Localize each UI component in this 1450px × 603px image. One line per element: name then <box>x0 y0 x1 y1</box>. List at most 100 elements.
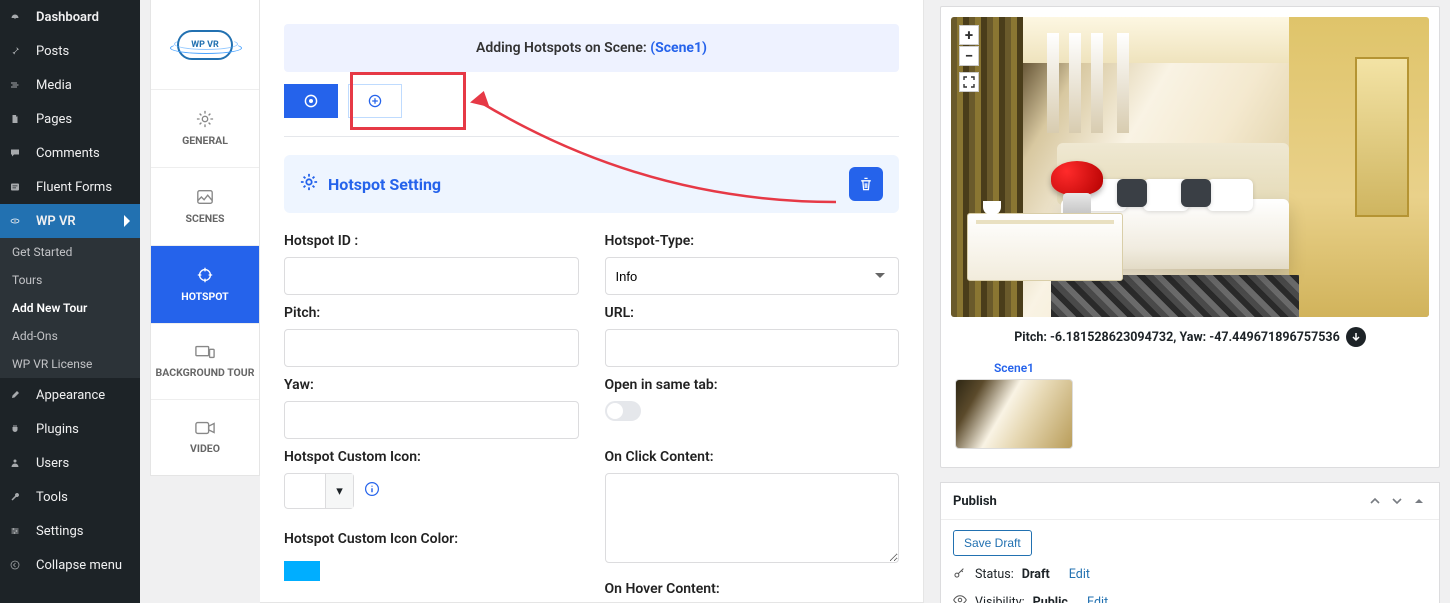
gear-icon <box>196 110 214 128</box>
menu-pages[interactable]: Pages <box>0 102 140 136</box>
pitch-input[interactable] <box>284 329 579 367</box>
apply-coords-button[interactable] <box>1346 327 1366 347</box>
tab-label: VIDEO <box>190 442 220 455</box>
trash-icon <box>858 176 874 192</box>
menu-label: Settings <box>36 524 83 539</box>
tab-label: GENERAL <box>182 134 228 147</box>
hotspot-form: Hotspot ID : Hotspot-Type:Info Pitch: UR… <box>284 233 899 603</box>
url-input[interactable] <box>605 329 900 367</box>
banner-text: Adding Hotspots on Scene: <box>476 40 650 56</box>
zoom-out-button[interactable]: − <box>959 46 979 66</box>
section-title: Hotspot Setting <box>328 175 441 194</box>
delete-hotspot-button[interactable] <box>849 167 883 201</box>
yaw-input[interactable] <box>284 401 579 439</box>
menu-comments[interactable]: Comments <box>0 136 140 170</box>
menu-label: Tools <box>36 490 68 505</box>
coords-readout: Pitch: -6.181528623094732, Yaw: -47.4496… <box>951 317 1429 361</box>
label-pitch: Pitch: <box>284 305 579 321</box>
plus-circle-icon <box>368 94 382 108</box>
label-open-same-tab: Open in same tab: <box>605 377 900 393</box>
arrow-right-icon <box>124 215 130 227</box>
dashboard-icon <box>10 8 28 26</box>
plug-icon <box>10 420 28 438</box>
wp-vr-submenu: Get Started Tours Add New Tour Add-Ons W… <box>0 238 140 378</box>
open-same-tab-toggle[interactable] <box>605 401 641 421</box>
save-draft-button[interactable]: Save Draft <box>953 530 1032 556</box>
collapse-icon <box>10 556 28 574</box>
tab-background-tour[interactable]: BACKGROUND TOUR <box>151 324 259 400</box>
hotspot-type-select[interactable]: Info <box>605 257 900 295</box>
comments-icon <box>10 144 28 162</box>
scene-thumbnail[interactable] <box>955 379 1073 449</box>
panel-move-up[interactable] <box>1367 493 1383 509</box>
menu-appearance[interactable]: Appearance <box>0 378 140 412</box>
panel-toggle[interactable] <box>1411 493 1427 509</box>
submenu-get-started[interactable]: Get Started <box>0 238 140 266</box>
menu-plugins[interactable]: Plugins <box>0 412 140 446</box>
panel-move-down[interactable] <box>1389 493 1405 509</box>
panorama-preview[interactable]: + − <box>951 17 1429 317</box>
wrench-icon <box>10 488 28 506</box>
label-url: URL: <box>605 305 900 321</box>
on-click-textarea[interactable] <box>605 473 900 563</box>
menu-settings[interactable]: Settings <box>0 514 140 548</box>
section-header: Hotspot Setting <box>284 155 899 213</box>
edit-status-link[interactable]: Edit <box>1069 567 1090 582</box>
menu-dashboard[interactable]: Dashboard <box>0 0 140 34</box>
add-hotspot-button[interactable] <box>348 84 402 118</box>
chevron-up-icon <box>1369 495 1381 507</box>
fullscreen-button[interactable] <box>959 72 979 92</box>
scene-thumbnails: Scene1 <box>951 361 1429 449</box>
chevron-down-icon: ▾ <box>325 474 353 508</box>
status-row: Status: Draft Edit <box>953 566 1427 583</box>
label-yaw: Yaw: <box>284 377 579 393</box>
info-icon[interactable] <box>364 481 380 501</box>
zoom-in-button[interactable]: + <box>959 25 979 45</box>
right-column: + − Pitch: -6.181528623094732, Yaw: -47.… <box>940 0 1440 603</box>
menu-label: Comments <box>36 146 100 161</box>
preview-card: + − Pitch: -6.181528623094732, Yaw: -47.… <box>940 6 1440 468</box>
menu-label: Users <box>36 456 69 471</box>
hotspot-id-input[interactable] <box>284 257 579 295</box>
hotspot-editor-panel: Adding Hotspots on Scene: (Scene1) Hotsp… <box>260 0 924 603</box>
menu-collapse[interactable]: Collapse menu <box>0 548 140 582</box>
submenu-addons[interactable]: Add-Ons <box>0 322 140 350</box>
edit-visibility-link[interactable]: Edit <box>1087 595 1108 603</box>
menu-posts[interactable]: Posts <box>0 34 140 68</box>
custom-icon-picker[interactable]: ▾ <box>284 473 354 509</box>
banner-scene-link[interactable]: (Scene1) <box>650 40 707 56</box>
submenu-license[interactable]: WP VR License <box>0 350 140 378</box>
main-content: WP VR GENERAL SCENES HOTSPOT BACKGROUND … <box>140 0 1450 603</box>
tab-label: SCENES <box>185 212 224 225</box>
tab-label: BACKGROUND TOUR <box>156 366 255 379</box>
chevron-down-icon <box>1391 495 1403 507</box>
icon-color-swatch[interactable] <box>284 561 320 581</box>
scene-banner: Adding Hotspots on Scene: (Scene1) <box>284 24 899 72</box>
wpvr-logo-icon: WP VR <box>177 30 233 60</box>
media-icon <box>10 76 28 94</box>
menu-tools[interactable]: Tools <box>0 480 140 514</box>
tab-video[interactable]: VIDEO <box>151 400 259 475</box>
tab-hotspot[interactable]: HOTSPOT <box>151 246 259 324</box>
submenu-add-new-tour[interactable]: Add New Tour <box>0 294 140 322</box>
publish-header: Publish <box>941 483 1439 520</box>
brush-icon <box>10 386 28 404</box>
menu-label: Fluent Forms <box>36 180 112 195</box>
menu-fluent-forms[interactable]: Fluent Forms <box>0 170 140 204</box>
menu-wp-vr[interactable]: WP VR <box>0 204 140 238</box>
menu-media[interactable]: Media <box>0 68 140 102</box>
target-icon <box>196 266 214 284</box>
caret-up-icon <box>1413 495 1425 507</box>
label-hotspot-id: Hotspot ID : <box>284 233 579 249</box>
menu-users[interactable]: Users <box>0 446 140 480</box>
vr-icon <box>10 212 28 230</box>
tab-scenes[interactable]: SCENES <box>151 168 259 246</box>
video-icon <box>195 420 215 436</box>
tab-general[interactable]: GENERAL <box>151 90 259 168</box>
hotspot-tab-row <box>284 84 899 118</box>
wp-admin-sidebar: Dashboard Posts Media Pages Comments Flu… <box>0 0 140 603</box>
hotspot-tab-1[interactable] <box>284 84 338 118</box>
submenu-tours[interactable]: Tours <box>0 266 140 294</box>
menu-label: Plugins <box>36 422 79 437</box>
menu-label: Dashboard <box>36 10 99 25</box>
